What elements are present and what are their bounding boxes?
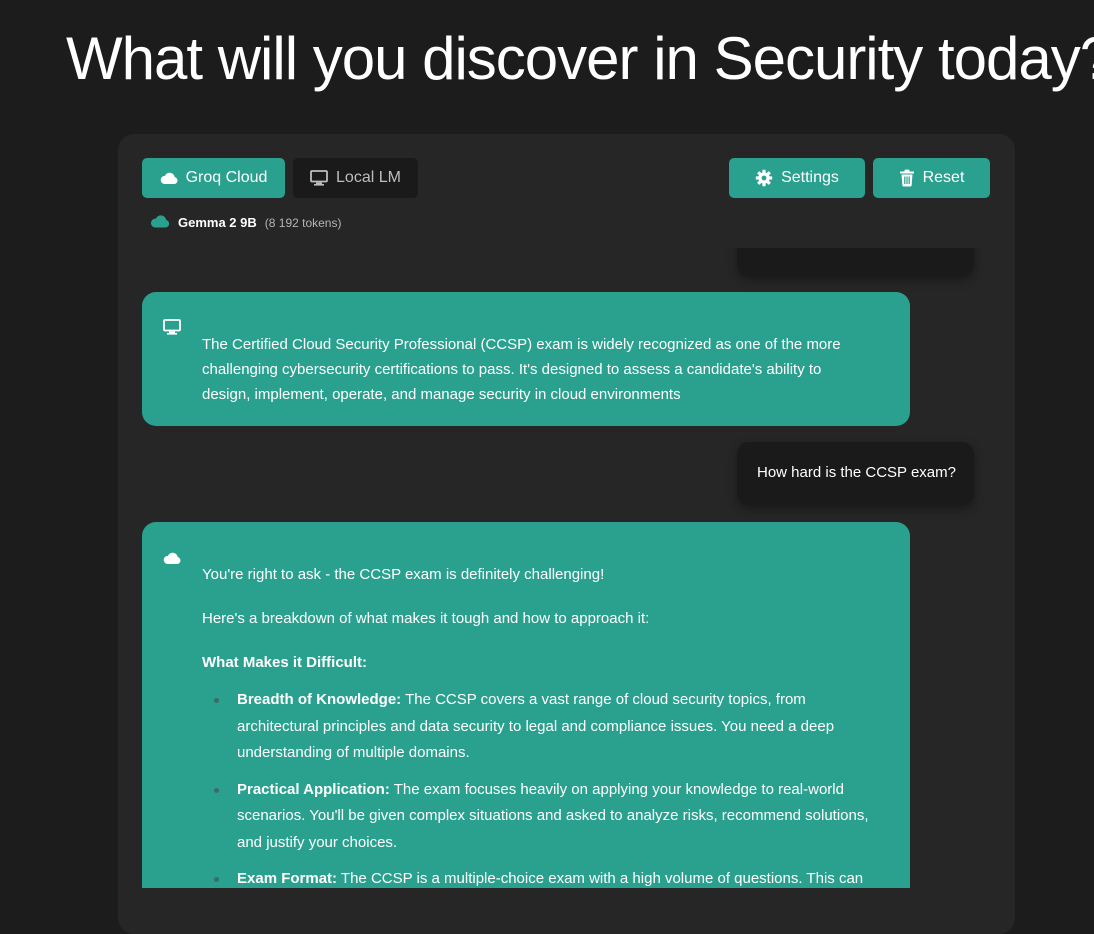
cloud-icon [163, 548, 181, 573]
chat-panel: Groq Cloud Local LM Settings Reset Gemma… [118, 134, 1015, 934]
local-lm-button[interactable]: Local LM [293, 158, 418, 198]
list-item: Breadth of Knowledge: The CCSP covers a … [202, 687, 886, 767]
list-item-title: Practical Application: [237, 780, 390, 798]
monitor-icon [310, 170, 328, 186]
cloud-icon [150, 214, 170, 231]
chat-messages[interactable]: The Certified Cloud Security Professiona… [118, 248, 1015, 888]
local-lm-label: Local LM [336, 169, 401, 186]
reset-label: Reset [922, 169, 965, 186]
previous-user-message [737, 248, 974, 276]
trash-icon [899, 169, 915, 187]
reset-button[interactable]: Reset [873, 158, 990, 198]
groq-cloud-label: Groq Cloud [185, 169, 268, 186]
model-token-count: (8 192 tokens) [264, 215, 342, 230]
difficulty-list: Breadth of Knowledge: The CCSP covers a … [202, 687, 886, 888]
settings-button[interactable]: Settings [729, 158, 865, 198]
assistant-message-body: You're right to ask - the CCSP exam is d… [202, 562, 886, 888]
cloud-icon [160, 171, 178, 185]
model-name: Gemma 2 9B [178, 215, 257, 230]
user-message: How hard is the CCSP exam? [737, 442, 974, 505]
user-message-text: How hard is the CCSP exam? [757, 464, 956, 481]
monitor-icon [163, 318, 181, 343]
list-item-title: Breadth of Knowledge: [237, 691, 402, 708]
page-title: What will you discover in Security today… [66, 25, 1094, 92]
list-item-body: The CCSP is a multiple-choice exam with … [337, 870, 864, 887]
assistant-message-text: The Certified Cloud Security Professiona… [202, 336, 841, 403]
groq-cloud-button[interactable]: Groq Cloud [142, 158, 285, 198]
assistant-message: The Certified Cloud Security Professiona… [142, 292, 910, 426]
model-indicator: Gemma 2 9B (8 192 tokens) [150, 214, 341, 231]
list-item: Practical Application: The exam focuses … [202, 777, 886, 857]
settings-label: Settings [781, 169, 839, 186]
response-heading: What Makes it Difficult: [202, 654, 368, 671]
list-item-title: Exam Format: [237, 870, 338, 887]
response-intro: You're right to ask - the CCSP exam is d… [202, 566, 605, 583]
list-item: Exam Format: The CCSP is a multiple-choi… [202, 866, 886, 888]
response-breakdown: Here's a breakdown of what makes it toug… [202, 610, 650, 627]
gear-icon [755, 169, 773, 187]
assistant-message: You're right to ask - the CCSP exam is d… [142, 522, 910, 888]
